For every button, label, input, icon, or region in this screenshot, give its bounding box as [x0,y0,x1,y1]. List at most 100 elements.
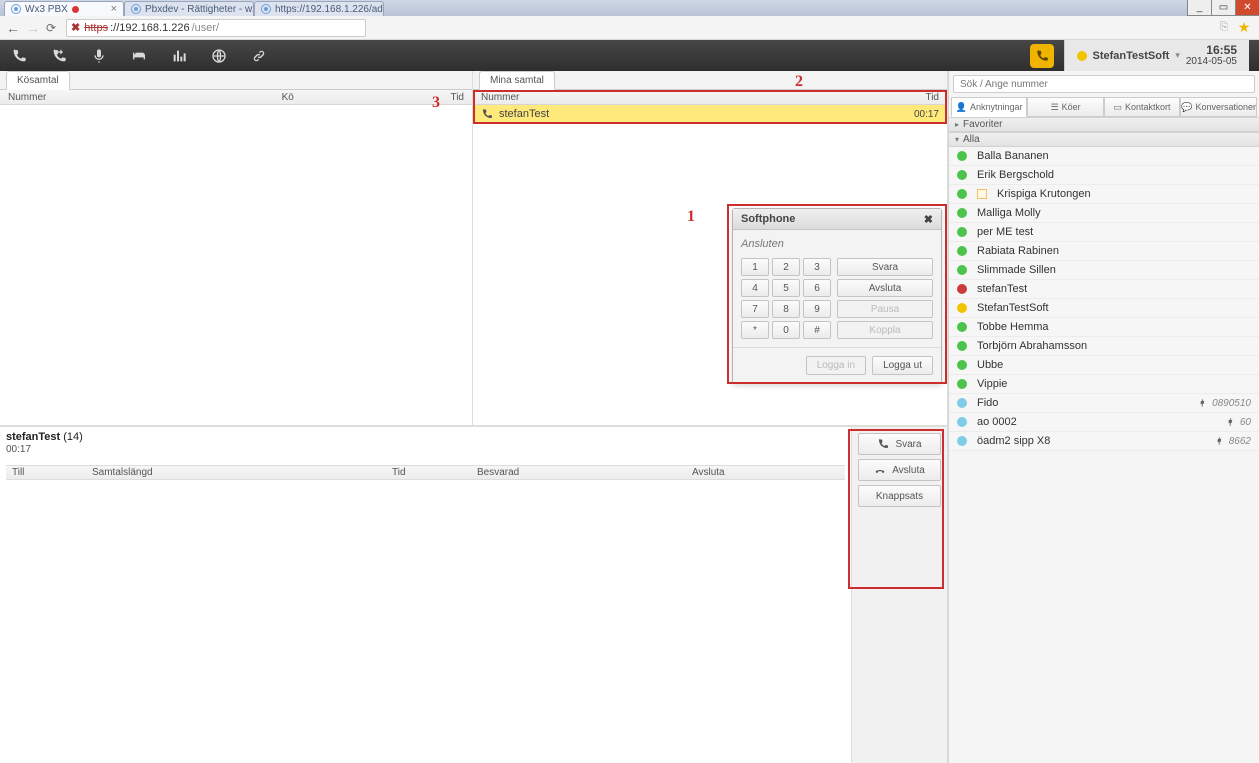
contact-name: Balla Bananen [977,150,1251,162]
tab-conversations[interactable]: 💬Konversationer [1180,97,1257,117]
tab-queues[interactable]: ☰Köer [1027,97,1103,117]
contact-row[interactable]: Fido0890510 [949,394,1259,413]
contact-row[interactable]: Krispiga Krutongen [949,185,1259,204]
tab-extensions[interactable]: 👤Anknytningar [951,97,1027,117]
section-favorites[interactable]: ▸Favoriter [949,117,1259,132]
softphone-transfer-button[interactable]: Koppla [837,321,933,339]
keypad: 123 456 789 *0# [741,258,831,339]
contact-search-input[interactable] [953,75,1255,93]
back-button[interactable]: ← [6,21,20,35]
stats-icon[interactable] [170,47,188,65]
presence-icon [957,189,967,199]
contact-row[interactable]: ao 000260 [949,413,1259,432]
contact-row[interactable]: öadm2 sipp X88662 [949,432,1259,451]
contact-row[interactable]: Rabiata Rabinen [949,242,1259,261]
tab-close-icon[interactable]: × [111,3,117,15]
keypad-key-2[interactable]: 2 [772,258,800,276]
contact-row[interactable]: per ME test [949,223,1259,242]
contact-row[interactable]: Ubbe [949,356,1259,375]
queue-tab[interactable]: Kösamtal [0,71,472,90]
window-minimize[interactable]: _ [1187,0,1211,16]
detail-duration: 00:17 [6,444,845,455]
person-icon: 👤 [956,102,967,113]
softphone-title: Softphone [741,213,795,225]
mycalls-tab[interactable]: Mina samtal [473,71,947,90]
softphone-pause-button[interactable]: Pausa [837,300,933,318]
keypad-key-3[interactable]: 3 [803,258,831,276]
browser-tab-active[interactable]: Wx3 PBX × [4,1,124,16]
keypad-key-8[interactable]: 8 [772,300,800,318]
keypad-key-0[interactable]: 0 [772,321,800,339]
bookmark-star-icon[interactable]: ★ [1235,19,1253,37]
close-icon[interactable]: ✖ [924,213,933,226]
contact-row[interactable]: Slimmade Sillen [949,261,1259,280]
col-nummer: Nummer [8,91,282,103]
contact-row[interactable]: Erik Bergschold [949,166,1259,185]
detail-title: stefanTest (14) [6,431,845,443]
contact-row[interactable]: Balla Bananen [949,147,1259,166]
phone-icon[interactable] [10,47,28,65]
browser-tab[interactable]: https://192.168.1.226/adm × [254,1,384,16]
presence-icon [957,398,967,408]
keypad-key-9[interactable]: 9 [803,300,831,318]
bed-icon[interactable] [130,47,148,65]
keypad-key-*[interactable]: * [741,321,769,339]
keypad-label: Knappsats [876,491,923,502]
incoming-call-icon[interactable] [1030,44,1054,68]
softphone-answer-button[interactable]: Svara [837,258,933,276]
current-user[interactable]: StefanTestSoft ▾ 16:55 2014-05-05 [1064,40,1250,71]
keypad-key-7[interactable]: 7 [741,300,769,318]
keypad-key-5[interactable]: 5 [772,279,800,297]
section-all[interactable]: ▾Alla [949,132,1259,147]
keypad-key-#[interactable]: # [803,321,831,339]
tab-contacts[interactable]: ▭Kontaktkort [1104,97,1180,117]
forward-button[interactable]: → [26,21,40,35]
answer-button[interactable]: Svara [858,433,941,455]
app-toolbar: StefanTestSoft ▾ 16:55 2014-05-05 [0,40,1259,71]
presence-icon [1077,51,1087,61]
hangup-button[interactable]: Avsluta [858,459,941,481]
keypad-key-1[interactable]: 1 [741,258,769,276]
contact-row[interactable]: Tobbe Hemma [949,318,1259,337]
survey-icon[interactable]: ⎘ [1215,19,1233,37]
contact-row[interactable]: Malliga Molly [949,204,1259,223]
contacts-panel: 👤Anknytningar ☰Köer ▭Kontaktkort 💬Konver… [948,71,1259,763]
transfer-icon[interactable] [50,47,68,65]
softphone-hangup-button[interactable]: Avsluta [837,279,933,297]
presence-icon [957,322,967,332]
window-maximize[interactable]: ▭ [1211,0,1235,16]
contact-row[interactable]: stefanTest [949,280,1259,299]
contact-name: Malliga Molly [977,207,1251,219]
contacts-tabs: 👤Anknytningar ☰Köer ▭Kontaktkort 💬Konver… [949,97,1259,117]
col-ko: Kö [282,91,396,103]
softphone-status: Ansluten [741,238,933,250]
softphone-titlebar[interactable]: Softphone ✖ [733,209,941,230]
contact-name: Slimmade Sillen [977,264,1251,276]
mycalls-tab-label: Mina samtal [479,71,555,90]
softphone-logout-button[interactable]: Logga ut [872,356,933,375]
url-field[interactable]: ✖ https ://192.168.1.226 /user/ [66,19,366,37]
keypad-button[interactable]: Knappsats [858,485,941,507]
hangup-label: Avsluta [892,465,925,476]
window-close[interactable]: ✕ [1235,0,1259,16]
plug-icon [1198,398,1208,408]
queue-pane: Kösamtal Nummer Kö Tid 3 [0,71,473,426]
contact-row[interactable]: Torbjörn Abrahamsson [949,337,1259,356]
contact-row[interactable]: StefanTestSoft [949,299,1259,318]
keypad-key-6[interactable]: 6 [803,279,831,297]
softphone-login-button[interactable]: Logga in [806,356,866,375]
globe-icon[interactable] [210,47,228,65]
contact-row[interactable]: Vippie [949,375,1259,394]
keypad-key-4[interactable]: 4 [741,279,769,297]
active-call-row[interactable]: stefanTest 00:17 [473,105,947,123]
phone-favicon-icon [261,4,271,14]
contact-name: Ubbe [977,359,1251,371]
presence-icon [957,151,967,161]
browser-tab[interactable]: Pbxdev - Rättigheter - wx × [124,1,254,16]
link-icon[interactable] [250,47,268,65]
presence-icon [957,417,967,427]
microphone-icon[interactable] [90,47,108,65]
presence-icon [957,303,967,313]
tab-title: https://192.168.1.226/adm [275,4,384,15]
reload-button[interactable]: ⟳ [46,21,60,35]
